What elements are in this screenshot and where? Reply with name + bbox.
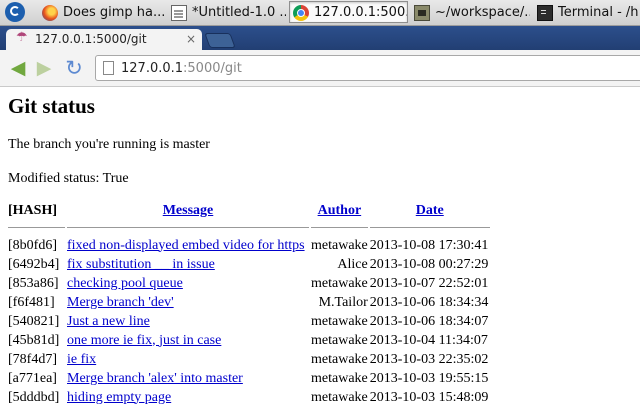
url-text[interactable]: 127.0.0.1:5000/git bbox=[121, 61, 242, 76]
commit-date-cell: 2013-10-08 17:30:41 bbox=[369, 237, 489, 253]
table-row: [8b0fd6] fixed non-displayed embed video … bbox=[8, 236, 490, 255]
folder-icon bbox=[414, 5, 430, 21]
firefox-icon bbox=[42, 5, 58, 21]
commit-date-cell: 2013-10-03 19:55:15 bbox=[369, 370, 489, 386]
commit-hash-cell: [540821] bbox=[8, 313, 60, 329]
header-hash: [HASH] bbox=[8, 201, 65, 228]
new-tab-button[interactable] bbox=[204, 33, 236, 48]
table-row: [78f4d7] ie fix metawake 2013-10-03 22:35:0… bbox=[8, 350, 490, 369]
commit-author-cell: metawake bbox=[311, 237, 368, 253]
commit-message-link[interactable]: one more ie fix, just in case bbox=[67, 333, 221, 348]
commit-date-cell: 2013-10-06 18:34:34 bbox=[369, 294, 489, 310]
terminal-icon bbox=[537, 5, 553, 21]
commit-author-cell: metawake bbox=[311, 313, 368, 329]
taskbar-item-chrome[interactable]: 127.0.0.1:500... bbox=[289, 1, 408, 23]
commit-date-cell: 2013-10-04 11:34:07 bbox=[369, 332, 488, 348]
commit-hash-cell: [45b81d] bbox=[8, 332, 60, 348]
commit-date-cell: 2013-10-03 15:48:09 bbox=[369, 389, 489, 405]
favicon-icon bbox=[15, 30, 31, 47]
forward-arrow-icon[interactable]: ▶ bbox=[34, 58, 54, 78]
commit-message-link[interactable]: hiding empty page bbox=[67, 390, 171, 405]
commit-hash-cell: [78f4d7] bbox=[8, 351, 57, 367]
header-author: Author bbox=[311, 201, 368, 228]
commit-author-cell: metawake bbox=[311, 389, 368, 405]
git-log-table: [HASH] Message Author Date [8b0fd6] fixed… bbox=[6, 201, 492, 407]
commit-author-cell: Alice bbox=[337, 256, 368, 272]
page-title: Git status bbox=[8, 94, 95, 118]
commit-message-link[interactable]: fixed non-displayed embed video for http… bbox=[67, 238, 305, 253]
os-taskbar: Does gimp ha... *Untitled-1.0 ... 127.0.… bbox=[0, 0, 640, 26]
commit-message-cell: Merge branch 'alex' into master bbox=[67, 369, 309, 388]
modified-status-text: Modified status: True bbox=[8, 171, 129, 186]
commit-hash-cell: [f6f481] bbox=[8, 294, 55, 310]
table-body: [8b0fd6] fixed non-displayed embed video … bbox=[8, 228, 490, 407]
commit-message-cell: one more ie fix, just in case bbox=[67, 331, 309, 350]
table-row: [853a86] checking pool queue metawake 2013-… bbox=[8, 274, 490, 293]
commit-author-cell: metawake bbox=[311, 275, 368, 291]
commit-message-link[interactable]: ie fix bbox=[67, 352, 96, 367]
browser-toolbar: ◀ ▶ ↻ 127.0.0.1:5000/git bbox=[0, 50, 640, 87]
commit-message-link[interactable]: Merge branch 'dev' bbox=[67, 295, 174, 310]
sort-by-message-link[interactable]: Message bbox=[163, 203, 214, 218]
taskbar-item-terminal[interactable]: Terminal - /ho bbox=[533, 1, 640, 23]
commit-message-cell: fixed non-displayed embed video for http… bbox=[67, 236, 309, 255]
distro-logo-icon bbox=[5, 2, 25, 22]
header-date: Date bbox=[369, 201, 490, 228]
commit-message-cell: ie fix bbox=[67, 350, 309, 369]
commit-date-cell: 2013-10-07 22:52:01 bbox=[369, 275, 489, 291]
table-row: [5dddbd] hiding empty page metawake 2013-10… bbox=[8, 388, 490, 407]
commit-author-cell: metawake bbox=[311, 370, 368, 386]
document-icon bbox=[171, 5, 187, 21]
commit-message-cell: Merge branch 'dev' bbox=[67, 293, 309, 312]
commit-author-cell: metawake bbox=[311, 332, 368, 348]
commit-message-link[interactable]: Merge branch 'alex' into master bbox=[67, 371, 243, 386]
tab-active[interactable]: 127.0.0.1:5000/git × bbox=[6, 29, 202, 50]
browser-tab-strip: 127.0.0.1:5000/git × bbox=[0, 26, 640, 50]
commit-hash-cell: [853a86] bbox=[8, 275, 59, 291]
page-content: Git status The branch you're running is … bbox=[0, 87, 640, 405]
sort-by-author-link[interactable]: Author bbox=[318, 203, 362, 218]
commit-date-cell: 2013-10-03 22:35:02 bbox=[369, 351, 489, 367]
commit-message-cell: checking pool queue bbox=[67, 274, 309, 293]
commit-message-cell: Just a new line bbox=[67, 312, 309, 331]
commit-message-cell: hiding empty page bbox=[67, 388, 309, 407]
table-row: [45b81d] one more ie fix, just in case met… bbox=[8, 331, 490, 350]
taskbar-item-gimp[interactable]: *Untitled-1.0 ... bbox=[167, 1, 287, 23]
tab-close-icon[interactable]: × bbox=[186, 32, 196, 46]
taskbar-item-firefox[interactable]: Does gimp ha... bbox=[38, 1, 165, 23]
reload-icon[interactable]: ↻ bbox=[64, 58, 84, 79]
table-row: [6492b4] fix substitution __ in issue Alic… bbox=[8, 255, 490, 274]
table-header-row: [HASH] Message Author Date bbox=[8, 201, 490, 228]
commit-message-link[interactable]: Just a new line bbox=[67, 314, 150, 329]
commit-hash-cell: [8b0fd6] bbox=[8, 237, 57, 253]
commit-hash-cell: [6492b4] bbox=[8, 256, 60, 272]
header-message: Message bbox=[67, 201, 309, 228]
commit-message-link[interactable]: checking pool queue bbox=[67, 276, 183, 291]
page-icon bbox=[103, 61, 114, 75]
table-row: [a771ea] Merge branch 'alex' into master m… bbox=[8, 369, 490, 388]
commit-author-cell: M.Tailor bbox=[318, 294, 368, 310]
branch-status-text: The branch you're running is master bbox=[8, 137, 210, 152]
commit-date-cell: 2013-10-08 00:27:29 bbox=[369, 256, 489, 272]
app-menu-button[interactable] bbox=[1, 1, 34, 23]
address-bar[interactable]: 127.0.0.1:5000/git bbox=[95, 55, 640, 81]
chrome-icon bbox=[293, 5, 309, 21]
commit-hash-cell: [5dddbd] bbox=[8, 389, 60, 405]
back-arrow-icon[interactable]: ◀ bbox=[8, 58, 28, 78]
commit-date-cell: 2013-10-06 18:34:07 bbox=[369, 313, 489, 329]
sort-by-date-link[interactable]: Date bbox=[416, 203, 444, 218]
commit-message-link[interactable]: fix substitution __ in issue bbox=[67, 257, 215, 272]
commit-author-cell: metawake bbox=[311, 351, 368, 367]
commit-message-cell: fix substitution __ in issue bbox=[67, 255, 309, 274]
table-row: [f6f481] Merge branch 'dev' M.Tailor 2013-1… bbox=[8, 293, 490, 312]
table-row: [540821] Just a new line metawake 2013-10-0… bbox=[8, 312, 490, 331]
taskbar-item-files[interactable]: ~/workspace/... bbox=[410, 1, 531, 23]
commit-hash-cell: [a771ea] bbox=[8, 370, 57, 386]
